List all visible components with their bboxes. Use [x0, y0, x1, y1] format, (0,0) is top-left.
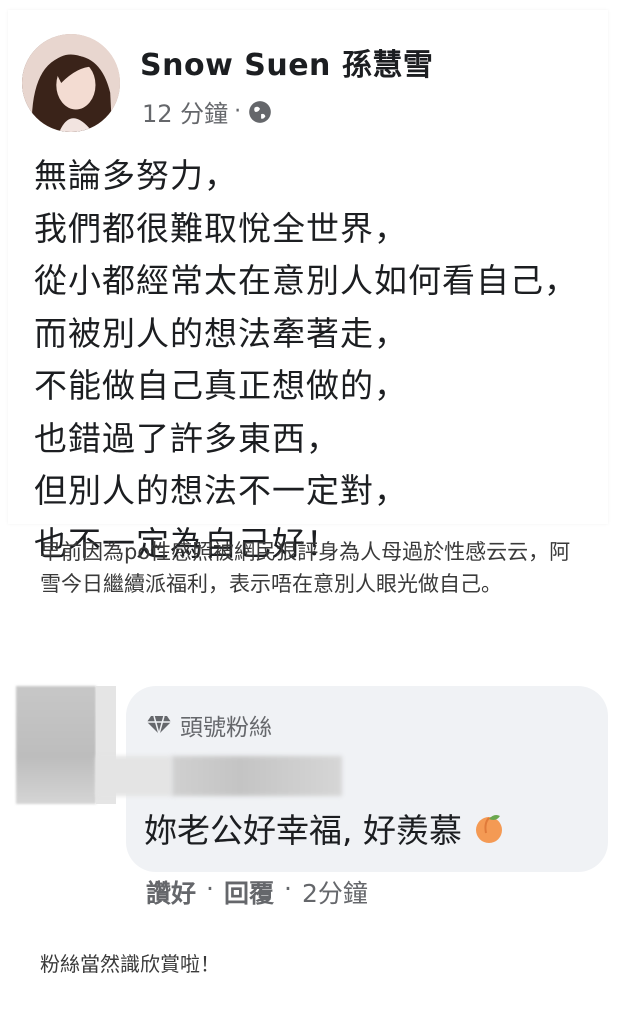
- post-line: 不能做自己真正想做的，: [34, 366, 408, 405]
- top-fan-badge: 頭號粉絲: [146, 708, 272, 742]
- comment-body: 妳老公好幸福, 好羨慕: [144, 811, 462, 850]
- actions-separator: ·: [283, 874, 292, 903]
- peach-icon: [475, 815, 502, 843]
- comment-text: 妳老公好幸福, 好羨慕: [144, 804, 506, 852]
- globe-icon: [249, 100, 272, 123]
- post-line: 而被別人的想法牽著走，: [34, 313, 408, 353]
- author-avatar[interactable]: [22, 34, 120, 132]
- post-line: 無論多努力，: [34, 156, 238, 195]
- article-caption: 早前因為po性感照被網民狠評身為人母過於性感云云，阿雪今日繼續派福利，表示唔在意…: [40, 540, 571, 596]
- comment-section: 頭號粉絲 妳老公好幸福, 好羨慕 讚好 · 回覆 · 2分鐘: [0, 668, 618, 938]
- comment-time[interactable]: 2分鐘: [302, 874, 368, 910]
- post-line: 但別人的想法不一定對，: [34, 471, 408, 510]
- actions-separator: ·: [206, 874, 214, 903]
- meta-separator: ·: [234, 99, 242, 124]
- post-card: Snow Suen 孫慧雪 12 分鐘 · 無論多努力， 我們都很難取悅全世界，…: [8, 10, 608, 563]
- comment-actions: 讚好 · 回覆 · 2分鐘: [146, 874, 368, 910]
- reply-button[interactable]: 回覆: [224, 874, 274, 910]
- post-text: 無論多努力， 我們都很難取悅全世界， 從小都經常太在意別人如何看自己， 而被別人…: [34, 150, 604, 570]
- footer-note: 粉絲當然識欣賞啦！: [40, 952, 220, 976]
- badge-label: 頭號粉絲: [180, 715, 272, 741]
- commenter-name-blurred-edge: [96, 756, 172, 796]
- like-button[interactable]: 讚好: [146, 874, 196, 910]
- commenter-avatar-blurred[interactable]: [16, 686, 96, 804]
- comment-bubble: 頭號粉絲 妳老公好幸福, 好羨慕: [96, 686, 608, 872]
- post-line: 從小都經常太在意別人如何看自己，: [34, 261, 578, 300]
- author-name[interactable]: Snow Suen 孫慧雪: [140, 40, 433, 84]
- post-time[interactable]: 12 分鐘: [142, 94, 228, 129]
- post-line: 我們都很難取悅全世界，: [34, 208, 408, 248]
- post-line: 也錯過了許多東西，: [34, 418, 340, 458]
- commenter-name-blurred[interactable]: [172, 756, 342, 796]
- post-meta: 12 分鐘 ·: [142, 94, 273, 129]
- diamond-icon: [147, 715, 171, 735]
